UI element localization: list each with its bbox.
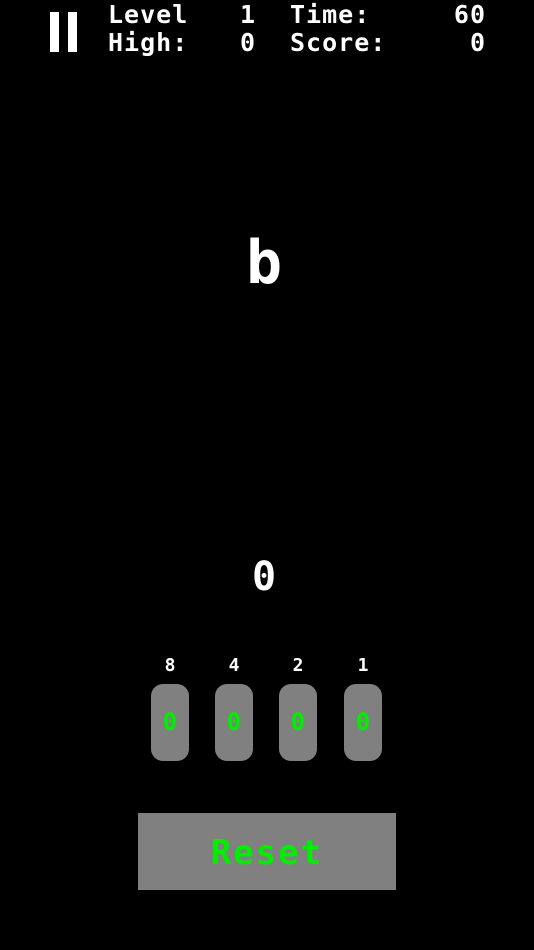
time-label: Time:: [290, 0, 371, 29]
level-value: 1: [240, 0, 257, 29]
bit-weight-label: 1: [357, 655, 369, 676]
bit-column-8: 8 0: [150, 654, 190, 761]
pause-icon: [50, 12, 59, 52]
bit-weight-label: 2: [292, 655, 304, 676]
bit-toggle-2[interactable]: 0: [279, 684, 317, 761]
current-binary-value: 0: [251, 554, 277, 600]
target-character: b: [245, 228, 283, 298]
pause-button[interactable]: [48, 12, 80, 52]
bit-column-1: 1 0: [343, 654, 383, 761]
high-score-label: High:: [108, 28, 189, 57]
bit-toggle-1[interactable]: 0: [344, 684, 382, 761]
high-score-value: 0: [240, 28, 257, 57]
reset-button[interactable]: Reset: [138, 813, 396, 890]
bit-weight-label: 8: [164, 655, 176, 676]
time-value: 60: [453, 0, 486, 29]
level-label: Level: [108, 0, 189, 29]
bit-toggle-4[interactable]: 0: [215, 684, 253, 761]
bit-weight-label: 4: [228, 655, 240, 676]
pause-icon-bar: [68, 12, 77, 52]
bit-column-2: 2 0: [278, 654, 318, 761]
score-value: 0: [469, 28, 486, 57]
bit-column-4: 4 0: [214, 654, 254, 761]
bit-toggle-8[interactable]: 0: [151, 684, 189, 761]
score-label: Score:: [290, 28, 387, 57]
